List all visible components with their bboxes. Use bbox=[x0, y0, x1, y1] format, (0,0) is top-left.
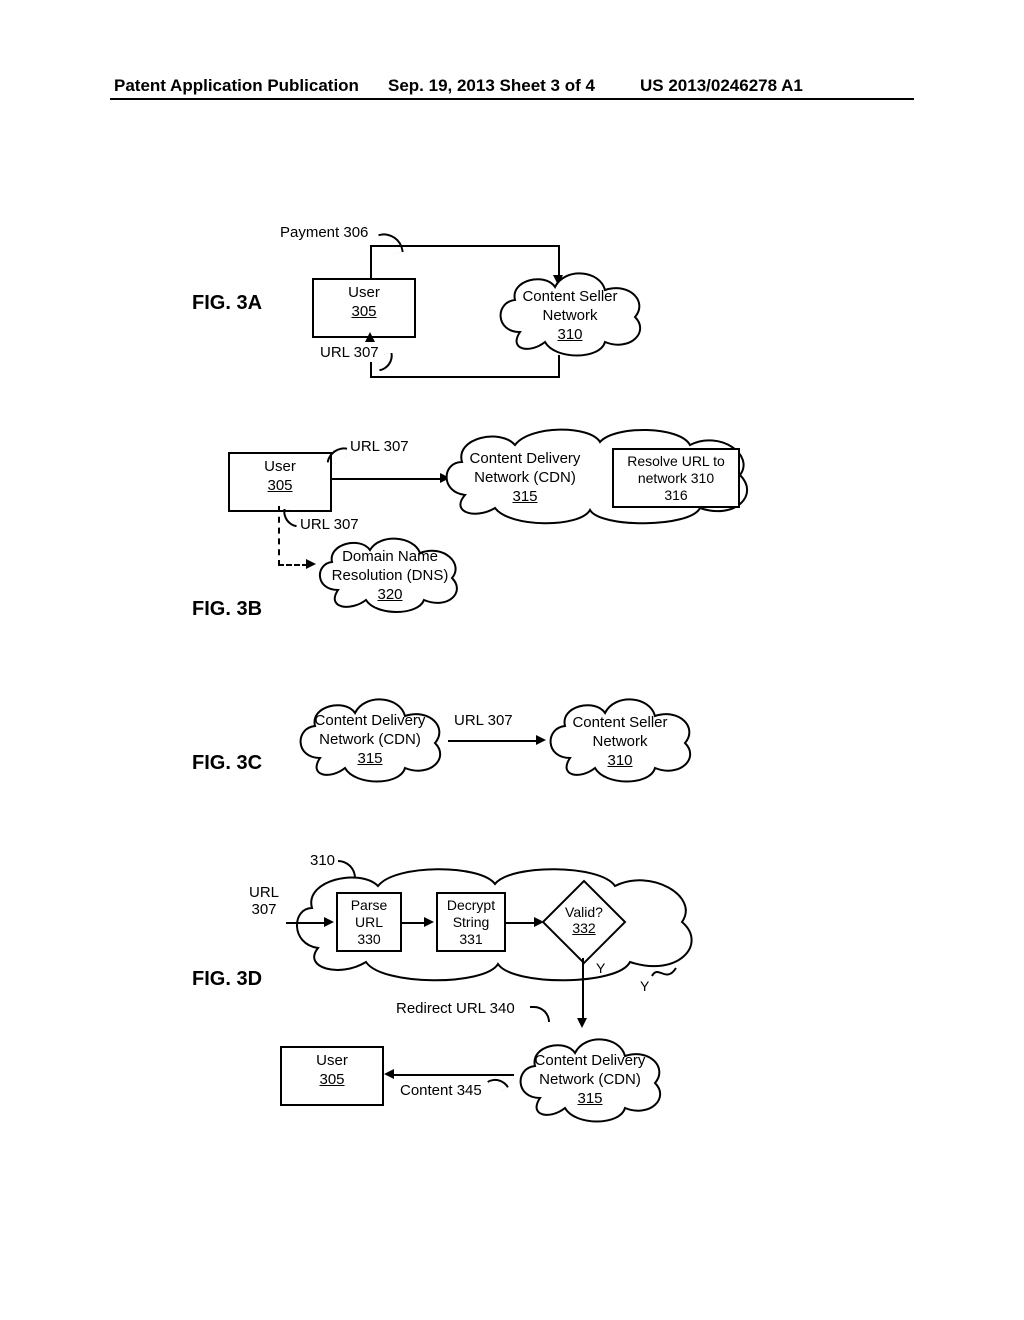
decrypt-box: Decrypt String 331 bbox=[436, 892, 506, 952]
url-in-3d: URL 307 bbox=[244, 884, 284, 918]
header-rule bbox=[110, 98, 914, 100]
resolve-box: Resolve URL to network 310 316 bbox=[612, 448, 740, 508]
cdn-cloud-3c: Content Delivery Network (CDN) 315 bbox=[290, 688, 450, 788]
url307-top-3b: URL 307 bbox=[350, 438, 409, 455]
content-seller-cloud-3a: Content Seller Network 310 bbox=[490, 262, 650, 362]
user-ref: 305 bbox=[351, 303, 376, 320]
content-label: Content 345 bbox=[400, 1082, 482, 1099]
user-305-box-3d: User 305 bbox=[280, 1046, 384, 1106]
payment-label: Payment 306 bbox=[280, 224, 368, 241]
user-305-box: User 305 bbox=[312, 278, 416, 338]
valid-diamond: Valid? 332 bbox=[544, 882, 624, 962]
fig-3d-label: FIG. 3D bbox=[192, 968, 262, 991]
header-date: Sep. 19, 2013 Sheet 3 of 4 bbox=[388, 76, 595, 96]
cdn-cloud-3d: Content Delivery Network (CDN) 315 bbox=[510, 1028, 670, 1128]
user-label: User bbox=[348, 284, 380, 301]
y-label-1: Y bbox=[596, 960, 605, 976]
header-left: Patent Application Publication bbox=[114, 76, 359, 96]
y-label-2: Y bbox=[640, 978, 649, 994]
header-pubnum: US 2013/0246278 A1 bbox=[640, 76, 803, 96]
parse-box: Parse URL 330 bbox=[336, 892, 402, 952]
fig-3c-label: FIG. 3C bbox=[192, 752, 262, 775]
payment-leader bbox=[378, 230, 403, 255]
seller-cloud-3c: Content Seller Network 310 bbox=[540, 688, 700, 788]
url307-3c: URL 307 bbox=[454, 712, 513, 729]
redirect-label: Redirect URL 340 bbox=[396, 1000, 515, 1017]
fig-3a-label: FIG. 3A bbox=[192, 292, 262, 315]
fig-3b-label: FIG. 3B bbox=[192, 598, 262, 621]
url307-label-3a: URL 307 bbox=[320, 344, 379, 361]
user-305-box-3b: User 305 bbox=[228, 452, 332, 512]
dns-cloud: Domain Name Resolution (DNS) 320 bbox=[310, 528, 470, 618]
